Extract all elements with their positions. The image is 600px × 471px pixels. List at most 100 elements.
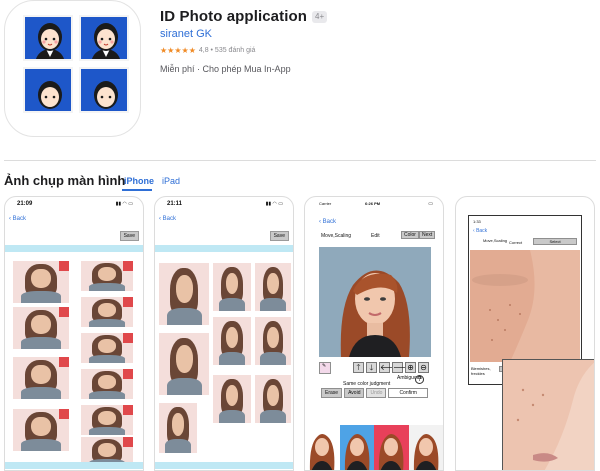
red-marker [123, 437, 133, 447]
id-photo-thumbnail [255, 317, 291, 365]
rating-text: 4,8 • 535 đánh giá [198, 47, 256, 54]
icon-cell [79, 15, 129, 61]
id-photo-thumbnail [81, 261, 133, 291]
back-label: Back [12, 216, 27, 222]
tab-selected-indicator [122, 189, 152, 191]
id-photo-thumbnail [13, 307, 69, 349]
brush-icon: ✎ [319, 362, 331, 374]
select-button: Select [533, 238, 577, 245]
strip-photo [339, 425, 374, 470]
zoom-in-icon: ⊕ [405, 362, 416, 373]
star-rating-icon: ★★★★★ [160, 46, 196, 55]
cyan-bar [5, 245, 143, 252]
id-photo-thumbnail [13, 357, 69, 399]
status-bar: 21:11 ▮▮ ◠ ▭ [155, 201, 293, 211]
back-button: ‹ Back [159, 216, 177, 222]
arrow-up-icon: 🡑 [353, 362, 364, 373]
blemishes-label: Blemishes, freckles [471, 366, 491, 376]
screenshots-title: Ảnh chụp màn hình [4, 173, 126, 188]
back-button: ‹ Back [9, 216, 27, 222]
id-photo-thumbnail [13, 409, 69, 451]
id-photo-thumbnail [81, 297, 133, 327]
icon-cell [23, 67, 73, 113]
skin-closeup [470, 250, 580, 362]
arrow-down-icon: 🡓 [366, 362, 377, 373]
action-buttons: Erase Avoid Undo Confirm [321, 388, 428, 398]
id-photo-thumbnail [213, 263, 251, 311]
arrow-left-icon: 🡐 [379, 362, 402, 373]
back-label: Back [476, 228, 488, 234]
id-photo-thumbnail [81, 369, 133, 399]
screenshot-1[interactable]: 21:09 ▮▮ ◠ ▭ ‹ Back Save [4, 196, 144, 471]
icon-cell [23, 15, 73, 61]
portrait-illustration [319, 247, 431, 357]
id-photo-thumbnail [159, 333, 209, 395]
move-scaling-label: Move,Scaling [321, 233, 352, 239]
red-marker [123, 261, 133, 271]
red-marker [59, 357, 69, 367]
screenshot-2[interactable]: 21:11 ▮▮ ◠ ▭ ‹ Back Save [154, 196, 294, 471]
battery-icon: ▭ [428, 201, 433, 207]
back-label: Back [162, 216, 177, 222]
age-rating-badge: 4+ [312, 10, 328, 23]
signal-wifi-battery-icon: ▮▮ ◠ ▭ [115, 201, 133, 207]
cyan-bar [155, 462, 293, 469]
back-button: ‹ Back [319, 219, 337, 225]
edit-toolbar: Move,Scaling Edit Color Next [309, 230, 439, 240]
same-color-label: Same color judgment [343, 381, 391, 387]
screenshot-3[interactable]: Carrier 6:26 PM ▭ ‹ Back Move,Scaling Ed… [304, 196, 444, 471]
screenshot-4[interactable]: 1:33 ‹ Back Move,Scaling Correct Select … [455, 196, 595, 471]
id-photo-thumbnail [81, 333, 133, 363]
cyan-bar [5, 462, 143, 469]
save-button: Save [119, 231, 139, 241]
strip-photo [305, 425, 340, 470]
avoid-button: Avoid [344, 388, 365, 398]
signal-wifi-battery-icon: ▮▮ ◠ ▭ [265, 201, 283, 207]
strip-photo [408, 425, 443, 470]
price-text: Miễn phí · Cho phép Mua In-App [160, 64, 291, 74]
status-time: 21:11 [167, 201, 183, 207]
id-photo-thumbnail [255, 263, 291, 311]
app-icon [4, 0, 141, 137]
background-color-strip [305, 425, 443, 470]
erase-button: Erase [321, 388, 343, 398]
tab-iphone[interactable]: iPhone [124, 176, 154, 186]
app-icon-grid [23, 15, 131, 123]
red-marker [123, 369, 133, 379]
confirm-button: Confirm [388, 388, 428, 398]
developer-link[interactable]: siranet GK [160, 28, 212, 40]
status-bar: Carrier 6:26 PM ▭ [305, 201, 443, 211]
correct-label: Correct [509, 240, 523, 245]
back-button: ‹ Back [473, 228, 488, 234]
next-button: Next [419, 231, 436, 239]
strip-photo [374, 425, 409, 470]
zoom-out-icon: ⊖ [418, 362, 429, 373]
arrow-controls: 🡑 🡓 🡐 🡒 ⊕ ⊖ [353, 362, 429, 373]
red-marker [123, 405, 133, 415]
back-label: Back [322, 219, 337, 225]
help-icon: ? [415, 375, 424, 384]
color-button: Color [401, 231, 419, 239]
rating-row: ★★★★★ 4,8 • 535 đánh giá [160, 46, 255, 55]
skin-closeup-zoom [502, 359, 594, 470]
move-scaling-label: Move,Scaling [483, 238, 508, 243]
id-photo-thumbnail [255, 375, 291, 423]
red-marker [59, 307, 69, 317]
tab-ipad[interactable]: iPad [162, 176, 180, 186]
icon-cell [79, 67, 129, 113]
app-title-row: ID Photo application 4+ [160, 8, 328, 25]
id-photo-thumbnail [159, 263, 209, 325]
edit-label: Edit [371, 233, 380, 239]
portrait-photo [319, 247, 431, 357]
arrow-right-icon: 🡒 [392, 362, 415, 373]
section-divider [4, 160, 596, 161]
cyan-bar [155, 245, 293, 252]
app-title: ID Photo application [160, 8, 307, 25]
red-marker [123, 333, 133, 343]
red-marker [59, 261, 69, 271]
save-button: Save [269, 231, 289, 241]
status-time: 6:26 PM [365, 201, 381, 206]
status-time: 21:09 [17, 201, 33, 207]
undo-button: Undo [366, 388, 387, 398]
id-photo-thumbnail [213, 317, 251, 365]
